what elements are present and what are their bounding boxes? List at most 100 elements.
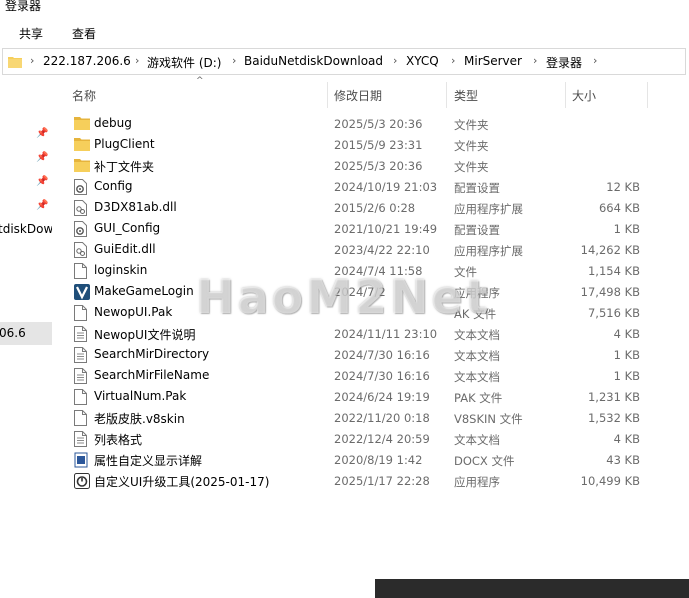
- column-type[interactable]: 类型: [454, 87, 478, 104]
- file-type: PAK 文件: [454, 391, 503, 405]
- pin-icon[interactable]: 📌: [36, 128, 48, 139]
- text-file-icon: [74, 368, 88, 384]
- column-divider[interactable]: [446, 82, 447, 108]
- folder-icon: [8, 55, 22, 71]
- nav-item-netdisk[interactable]: tdiskDow: [0, 222, 52, 236]
- file-modified-date: 2024/6/24 19:19: [334, 390, 430, 404]
- tab-share[interactable]: 共享: [19, 25, 43, 42]
- file-row[interactable]: 补丁文件夹 2025/5/3 20:36 文件夹: [70, 156, 670, 177]
- file-type: 文件夹: [454, 160, 489, 174]
- column-name[interactable]: 名称: [72, 87, 96, 104]
- file-row[interactable]: 老版皮肤.v8skin 2022/11/20 0:18 V8SKIN 文件 1,532…: [70, 408, 670, 429]
- pin-icon[interactable]: 📌: [36, 176, 48, 187]
- breadcrumb-xycq[interactable]: XYCQ: [406, 54, 439, 68]
- chevron-right-icon[interactable]: ›: [232, 54, 236, 67]
- file-name: D3DX81ab.dll: [94, 200, 177, 214]
- file-modified-date: 2025/1/17 22:28: [334, 474, 430, 488]
- window-title: 登录器: [5, 0, 42, 13]
- file-row[interactable]: SearchMirDirectory 2024/7/30 16:16 文本文档 1 K…: [70, 345, 670, 366]
- file-name: 自定义UI升级工具(2025-01-17): [94, 475, 270, 489]
- file-row[interactable]: Config 2024/10/19 21:03 配置设置 12 KB: [70, 177, 670, 198]
- chevron-right-icon[interactable]: ›: [393, 54, 397, 67]
- file-type: 配置设置: [454, 223, 500, 237]
- file-name: loginskin: [94, 263, 148, 277]
- file-row[interactable]: 列表格式 2022/12/4 20:59 文本文档 4 KB: [70, 429, 670, 450]
- chevron-right-icon[interactable]: ›: [30, 54, 34, 67]
- text-file-icon: [74, 347, 88, 363]
- file-size: 1 KB: [613, 369, 640, 383]
- file-modified-date: 2025/5/3 20:36: [334, 159, 423, 173]
- config-file-icon: [74, 179, 88, 195]
- column-divider[interactable]: [565, 82, 566, 108]
- navigation-pane: 📌 📌 📌 📌 tdiskDow 06.6: [0, 76, 52, 598]
- file-size: 14,262 KB: [580, 243, 640, 257]
- file-size: 1,532 KB: [587, 411, 640, 425]
- file-name: NewopUI.Pak: [94, 305, 173, 319]
- breadcrumb-drive[interactable]: 游戏软件 (D:): [147, 54, 221, 71]
- address-bar[interactable]: › 222.187.206.6 › 游戏软件 (D:) › BaiduNetdi…: [2, 48, 686, 75]
- file-row[interactable]: 属性自定义显示详解 2020/8/19 1:42 DOCX 文件 43 KB: [70, 450, 670, 471]
- nav-item-host[interactable]: 06.6: [0, 326, 26, 340]
- folder-icon: [74, 116, 90, 132]
- file-type: 文本文档: [454, 370, 500, 384]
- file-size: 1,231 KB: [587, 390, 640, 404]
- file-row[interactable]: VirtualNum.Pak 2024/6/24 19:19 PAK 文件 1,231…: [70, 387, 670, 408]
- dll-file-icon: [74, 200, 88, 216]
- file-size: 43 KB: [606, 453, 640, 467]
- tab-view[interactable]: 查看: [72, 25, 96, 42]
- file-modified-date: 2021/10/21 19:49: [334, 222, 438, 236]
- file-size: 17,498 KB: [580, 285, 640, 299]
- column-date[interactable]: 修改日期: [334, 87, 382, 104]
- file-size: 7,516 KB: [587, 306, 640, 320]
- file-name: Config: [94, 179, 133, 193]
- file-modified-date: 2024/10/19 21:03: [334, 180, 438, 194]
- sort-up-icon: ^: [196, 76, 204, 86]
- file-row[interactable]: 自定义UI升级工具(2025-01-17) 2025/1/17 22:28 应用程序…: [70, 471, 670, 492]
- docx-file-icon: [74, 452, 88, 468]
- file-name: GUI_Config: [94, 221, 161, 235]
- column-divider[interactable]: [647, 82, 648, 108]
- file-type: 文本文档: [454, 328, 500, 342]
- file-type: 配置设置: [454, 181, 500, 195]
- breadcrumb-mirserver[interactable]: MirServer: [464, 54, 522, 68]
- pin-icon[interactable]: 📌: [36, 200, 48, 211]
- breadcrumb-download[interactable]: BaiduNetdiskDownload: [244, 54, 383, 68]
- file-name: VirtualNum.Pak: [94, 389, 187, 403]
- blank-file-icon: [74, 410, 88, 426]
- file-name: 补丁文件夹: [94, 160, 155, 174]
- file-row[interactable]: PlugClient 2015/5/9 23:31 文件夹: [70, 135, 670, 156]
- column-size[interactable]: 大小: [572, 87, 596, 104]
- file-type: 应用程序: [454, 475, 500, 489]
- column-header: ^ 名称 修改日期 类型 大小: [52, 76, 689, 110]
- file-modified-date: 2024/11/11 23:10: [334, 327, 438, 341]
- file-type: 应用程序扩展: [454, 244, 523, 258]
- title-bar: 登录器: [0, 0, 689, 20]
- file-name: NewopUI文件说明: [94, 328, 196, 342]
- pin-icon[interactable]: 📌: [36, 152, 48, 163]
- app-upgrade-icon: [74, 473, 90, 489]
- file-row[interactable]: GuiEdit.dll 2023/4/22 22:10 应用程序扩展 14,262 K…: [70, 240, 670, 261]
- file-row[interactable]: D3DX81ab.dll 2015/2/6 0:28 应用程序扩展 664 KB: [70, 198, 670, 219]
- chevron-right-icon[interactable]: ›: [135, 54, 139, 67]
- breadcrumb-current[interactable]: 登录器: [546, 54, 582, 71]
- chevron-right-icon[interactable]: ›: [533, 54, 537, 67]
- chevron-right-icon[interactable]: ›: [593, 54, 597, 67]
- file-row[interactable]: NewopUI文件说明 2024/11/11 23:10 文本文档 4 KB: [70, 324, 670, 345]
- file-name: 列表格式: [94, 433, 143, 447]
- file-type: 文本文档: [454, 349, 500, 363]
- file-row[interactable]: debug 2025/5/3 20:36 文件夹: [70, 114, 670, 135]
- chevron-right-icon[interactable]: ›: [451, 54, 455, 67]
- blank-file-icon: [74, 389, 88, 405]
- file-modified-date: 2015/2/6 0:28: [334, 201, 416, 215]
- breadcrumb-host[interactable]: 222.187.206.6: [43, 54, 131, 68]
- blank-file-icon: [74, 305, 88, 321]
- file-name: 属性自定义显示详解: [94, 454, 203, 468]
- file-size: 10,499 KB: [580, 474, 640, 488]
- taskbar-fragment: [375, 579, 689, 598]
- column-divider[interactable]: [327, 82, 328, 108]
- file-row[interactable]: GUI_Config 2021/10/21 19:49 配置设置 1 KB: [70, 219, 670, 240]
- file-row[interactable]: SearchMirFileName 2024/7/30 16:16 文本文档 1 KB: [70, 366, 670, 387]
- file-modified-date: 2024/7/30 16:16: [334, 348, 430, 362]
- file-type: 应用程序扩展: [454, 202, 523, 216]
- text-file-icon: [74, 326, 88, 342]
